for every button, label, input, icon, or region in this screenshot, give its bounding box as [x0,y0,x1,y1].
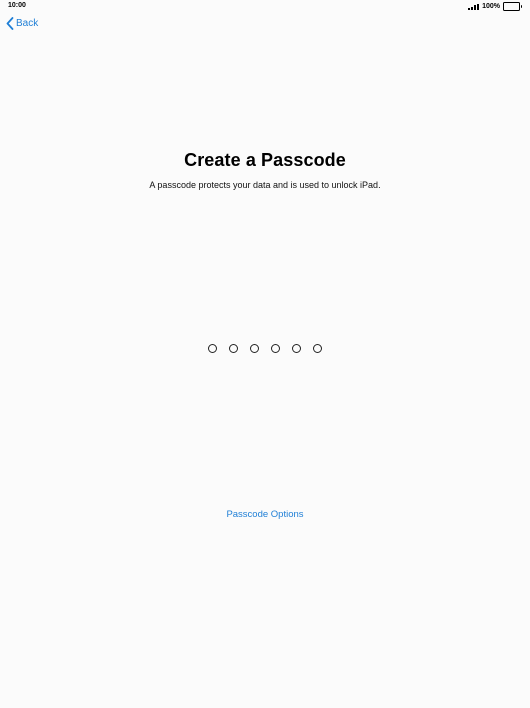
passcode-dot [250,344,259,353]
passcode-dot [313,344,322,353]
passcode-options-container: Passcode Options [0,509,530,520]
passcode-options-button[interactable]: Passcode Options [226,509,303,520]
status-bar: 10:00 100% [0,0,530,12]
status-indicators: 100% [468,2,522,11]
passcode-dot [271,344,280,353]
chevron-left-icon [6,17,14,30]
passcode-dot [208,344,217,353]
back-label: Back [16,18,39,29]
passcode-dot [229,344,238,353]
status-time: 10:00 [8,2,26,9]
battery-percent: 100% [482,3,500,10]
passcode-dot [292,344,301,353]
signal-icon [468,3,480,10]
back-button[interactable]: Back [6,17,38,30]
battery-icon [503,2,522,11]
passcode-dots [0,344,530,353]
page-title: Create a Passcode [184,150,346,170]
page-subtitle: A passcode protects your data and is use… [149,180,381,190]
